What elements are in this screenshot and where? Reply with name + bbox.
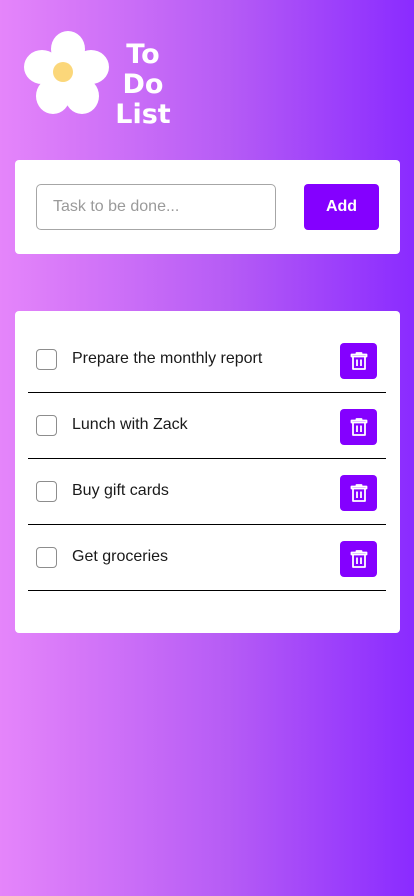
task-label: Prepare the monthly report — [72, 350, 263, 367]
trash-icon — [350, 550, 367, 568]
task-list: Prepare the monthly report Lunch with Za… — [15, 311, 400, 633]
title-line-2: List — [115, 99, 171, 130]
task-item: Get groceries — [28, 525, 386, 591]
add-task-card: Add — [15, 160, 400, 254]
trash-icon — [350, 484, 367, 502]
task-label: Get groceries — [72, 548, 169, 565]
flower-icon — [24, 31, 109, 114]
add-button[interactable]: Add — [304, 184, 379, 230]
trash-icon — [350, 352, 367, 370]
delete-button[interactable] — [340, 343, 377, 379]
task-checkbox[interactable] — [36, 415, 57, 436]
title-line-1: To Do — [122, 39, 164, 100]
task-label: Buy gift cards — [72, 482, 169, 499]
task-item: Prepare the monthly report — [28, 327, 386, 393]
page-title: To Do List — [110, 40, 176, 130]
app-header: To Do List — [22, 30, 222, 130]
task-item: Lunch with Zack — [28, 393, 386, 459]
delete-button[interactable] — [340, 409, 377, 445]
task-input[interactable] — [36, 184, 276, 230]
task-label: Lunch with Zack — [72, 416, 188, 433]
delete-button[interactable] — [340, 475, 377, 511]
trash-icon — [350, 418, 367, 436]
task-item: Buy gift cards — [28, 459, 386, 525]
task-checkbox[interactable] — [36, 547, 57, 568]
task-checkbox[interactable] — [36, 349, 57, 370]
task-checkbox[interactable] — [36, 481, 57, 502]
delete-button[interactable] — [340, 541, 377, 577]
